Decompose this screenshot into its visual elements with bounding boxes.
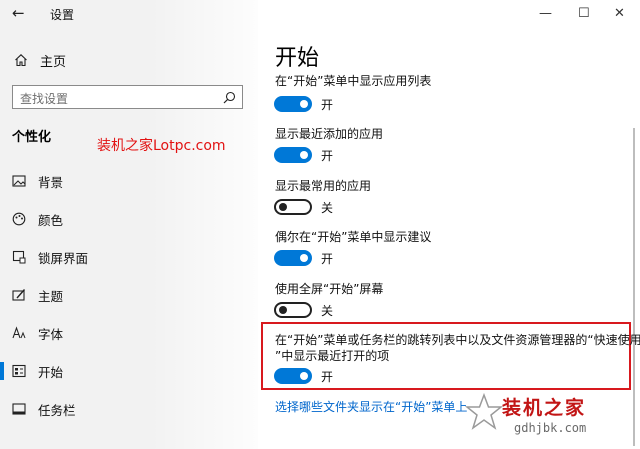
toggle-state: 开 <box>321 149 334 163</box>
nav-home-label: 主页 <box>40 54 67 70</box>
navigation-pane: ← 设置 主页 查找设置 个性化 装机之家Lotpc.com 背景 颜色 锁屏界… <box>0 0 258 449</box>
content-pane: — ☐ ✕ 开始 在“开始”菜单中显示应用列表 开 显示最近添加的应用 开 显示… <box>258 0 640 449</box>
toggle-state: 开 <box>321 252 334 266</box>
nav-item-label: 字体 <box>38 326 64 342</box>
lock-screen-icon <box>12 250 26 264</box>
font-icon <box>12 326 26 340</box>
nav-item-label: 开始 <box>38 364 64 380</box>
search-input[interactable]: 查找设置 <box>12 85 243 109</box>
nav-item-themes[interactable]: 主题 <box>0 276 258 314</box>
toggle-state: 关 <box>321 201 334 215</box>
nav-item-fonts[interactable]: 字体 <box>0 314 258 352</box>
setting-label: 显示最常用的应用 <box>275 179 372 193</box>
minimize-button[interactable]: — <box>539 6 552 21</box>
maximize-button[interactable]: ☐ <box>578 6 590 21</box>
scrollbar[interactable] <box>633 128 635 446</box>
watermark-caption: 装机之家Lotpc.com <box>97 138 226 154</box>
title-bar: ← 设置 <box>0 0 258 28</box>
setting-label: 在“开始”菜单中显示应用列表 <box>275 74 432 88</box>
setting-label: 显示最近添加的应用 <box>275 127 384 141</box>
back-arrow-icon[interactable]: ← <box>12 4 25 22</box>
toggle-switch[interactable] <box>274 250 312 266</box>
setting-label-line1: 在“开始”菜单或任务栏的跳转列表中以及文件资源管理器的“快速使用 <box>275 333 640 347</box>
nav-item-taskbar[interactable]: 任务栏 <box>0 390 258 428</box>
nav-item-label: 主题 <box>38 288 64 304</box>
toggle-switch[interactable] <box>274 96 312 112</box>
search-placeholder: 查找设置 <box>20 92 69 106</box>
toggle-state: 关 <box>321 304 334 318</box>
taskbar-icon <box>12 402 26 416</box>
toggle-switch[interactable] <box>274 147 312 163</box>
toggle-switch[interactable] <box>274 368 312 384</box>
nav-item-colors[interactable]: 颜色 <box>0 200 258 238</box>
choose-folders-link[interactable]: 选择哪些文件夹显示在“开始”菜单上 <box>275 398 467 415</box>
nav-item-label: 背景 <box>38 174 64 190</box>
nav-item-label: 锁屏界面 <box>38 250 89 266</box>
home-icon <box>15 54 27 67</box>
nav-home-item[interactable]: 主页 <box>14 49 66 71</box>
setting-label-line2: ”中显示最近打开的项 <box>275 349 390 363</box>
watermark-logo-url: gdhjbk.com <box>514 421 587 435</box>
nav-item-background[interactable]: 背景 <box>0 162 258 200</box>
toggle-switch[interactable] <box>274 199 312 215</box>
nav-item-lock-screen[interactable]: 锁屏界面 <box>0 238 258 276</box>
toggle-switch[interactable] <box>274 302 312 318</box>
close-button[interactable]: ✕ <box>614 6 625 21</box>
watermark-logo-text: 装机之家 <box>502 397 587 419</box>
toggle-state: 开 <box>321 370 334 384</box>
theme-brush-icon <box>12 288 26 302</box>
start-menu-icon <box>12 364 26 378</box>
nav-item-start[interactable]: 开始 <box>0 352 258 390</box>
palette-icon <box>12 212 26 226</box>
setting-label: 偶尔在“开始”菜单中显示建议 <box>275 230 432 244</box>
search-icon[interactable] <box>223 91 236 104</box>
toggle-state: 开 <box>321 98 334 112</box>
picture-icon <box>12 174 26 188</box>
page-title: 开始 <box>275 46 320 71</box>
app-title: 设置 <box>50 8 75 22</box>
section-title: 个性化 <box>12 130 52 145</box>
setting-label: 使用全屏“开始”屏幕 <box>275 282 384 296</box>
nav-item-label: 颜色 <box>38 212 64 228</box>
nav-item-label: 任务栏 <box>38 402 76 418</box>
active-indicator <box>0 362 4 380</box>
star-logo-icon <box>464 392 504 430</box>
